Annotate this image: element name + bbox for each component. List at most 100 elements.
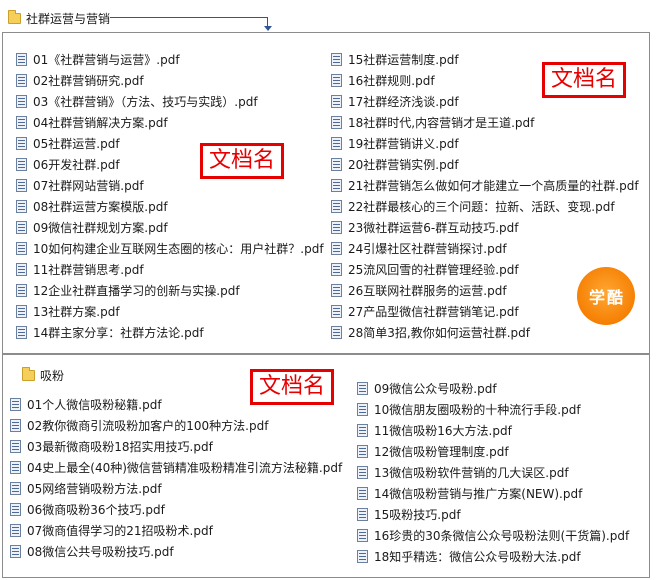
file-item[interactable]: 03《社群营销》（方法、技巧与实践）.pdf: [16, 91, 324, 112]
pdf-file-icon: [357, 487, 368, 500]
pdf-file-icon: [10, 524, 21, 537]
pdf-file-icon: [357, 445, 368, 458]
file-name: 09微信社群规划方案.pdf: [33, 221, 168, 235]
file-item[interactable]: 05网络营销吸粉方法.pdf: [10, 478, 342, 499]
file-item[interactable]: 16珍贵的30条微信公众号吸粉法则(干货篇).pdf: [357, 525, 629, 546]
file-name: 21社群营销怎么做如何才能建立一个高质量的社群.pdf: [348, 179, 639, 193]
file-item[interactable]: 13微信吸粉软件营销的几大误区.pdf: [357, 462, 629, 483]
pdf-file-icon: [331, 242, 342, 255]
pdf-file-icon: [357, 529, 368, 542]
file-item[interactable]: 10微信朋友圈吸粉的十种流行手段.pdf: [357, 399, 629, 420]
file-item[interactable]: 02教你微商引流吸粉加客户的100种方法.pdf: [10, 415, 342, 436]
pdf-file-icon: [331, 263, 342, 276]
pdf-file-icon: [16, 284, 27, 297]
file-name: 04史上最全(40种)微信营销精准吸粉精准引流方法秘籍.pdf: [27, 461, 343, 475]
file-item[interactable]: 18社群时代,内容营销才是王道.pdf: [331, 112, 639, 133]
file-name: 02教你微商引流吸粉加客户的100种方法.pdf: [27, 419, 269, 433]
file-item[interactable]: 11社群营销思考.pdf: [16, 259, 324, 280]
pdf-file-icon: [16, 116, 27, 129]
file-name: 14微信吸粉营销与推广方案(NEW).pdf: [374, 487, 583, 501]
file-name: 19社群营销讲义.pdf: [348, 137, 459, 151]
file-item[interactable]: 04史上最全(40种)微信营销精准吸粉精准引流方法秘籍.pdf: [10, 457, 342, 478]
folder-icon: [8, 10, 21, 24]
file-name: 20社群营销实例.pdf: [348, 158, 459, 172]
pdf-file-icon: [331, 116, 342, 129]
connector-line: [110, 17, 268, 18]
file-list-left: 01《社群营销与运营》.pdf 02社群营销研究.pdf 03《社群营销》（方法、技…: [16, 49, 324, 343]
pdf-file-icon: [331, 137, 342, 150]
watermark-stamp: 文档名: [250, 369, 335, 405]
file-name: 26互联网社群服务的运营.pdf: [348, 284, 507, 298]
file-item[interactable]: 03最新微商吸粉18招实用技巧.pdf: [10, 436, 342, 457]
file-name: 04社群营销解决方案.pdf: [33, 116, 168, 130]
file-item[interactable]: 09微信社群规划方案.pdf: [16, 217, 324, 238]
pdf-file-icon: [10, 440, 21, 453]
file-name: 23微社群运营6-群互动技巧.pdf: [348, 221, 519, 235]
file-list-right: 09微信公众号吸粉.pdf 10微信朋友圈吸粉的十种流行手段.pdf 11微信吸粉1…: [357, 378, 629, 567]
file-name: 27产品型微信社群营销笔记.pdf: [348, 305, 519, 319]
file-name: 12微信吸粉管理制度.pdf: [374, 445, 509, 459]
file-item[interactable]: 11微信吸粉16大方法.pdf: [357, 420, 629, 441]
logo-char: 酷: [607, 288, 624, 307]
file-item[interactable]: 02社群营销研究.pdf: [16, 70, 324, 91]
file-name: 02社群营销研究.pdf: [33, 74, 144, 88]
pdf-file-icon: [16, 263, 27, 276]
file-name: 22社群最核心的三个问题：拉新、活跃、变现.pdf: [348, 200, 615, 214]
file-name: 16珍贵的30条微信公众号吸粉法则(干货篇).pdf: [374, 529, 630, 543]
file-name: 12企业社群直播学习的创新与实操.pdf: [33, 284, 240, 298]
file-item[interactable]: 14微信吸粉营销与推广方案(NEW).pdf: [357, 483, 629, 504]
file-item[interactable]: 19社群营销讲义.pdf: [331, 133, 639, 154]
file-name: 11微信吸粉16大方法.pdf: [374, 424, 512, 438]
file-list-left: 01个人微信吸粉秘籍.pdf 02教你微商引流吸粉加客户的100种方法.pdf 03…: [10, 394, 342, 562]
file-item[interactable]: 20社群营销实例.pdf: [331, 154, 639, 175]
file-name: 01个人微信吸粉秘籍.pdf: [27, 398, 162, 412]
pdf-file-icon: [16, 74, 27, 87]
file-item[interactable]: 07微商值得学习的21招吸粉术.pdf: [10, 520, 342, 541]
file-item[interactable]: 18知乎精选：微信公众号吸粉大法.pdf: [357, 546, 629, 567]
file-name: 10如何构建企业互联网生态圈的核心：用户社群？.pdf: [33, 242, 324, 256]
pdf-file-icon: [16, 242, 27, 255]
file-item[interactable]: 10如何构建企业互联网生态圈的核心：用户社群？.pdf: [16, 238, 324, 259]
pdf-file-icon: [331, 74, 342, 87]
file-item[interactable]: 13社群方案.pdf: [16, 301, 324, 322]
file-item[interactable]: 15吸粉技巧.pdf: [357, 504, 629, 525]
file-name: 28简单3招,教你如何运营社群.pdf: [348, 326, 530, 340]
top-folder[interactable]: 社群运营与营销: [8, 10, 110, 27]
file-item[interactable]: 28简单3招,教你如何运营社群.pdf: [331, 322, 639, 343]
file-item[interactable]: 06微商吸粉36个技巧.pdf: [10, 499, 342, 520]
file-item[interactable]: 01《社群营销与运营》.pdf: [16, 49, 324, 70]
pdf-file-icon: [16, 179, 27, 192]
pdf-file-icon: [16, 95, 27, 108]
pdf-file-icon: [10, 482, 21, 495]
file-name: 05社群运营.pdf: [33, 137, 120, 151]
file-name: 11社群营销思考.pdf: [33, 263, 144, 277]
pdf-file-icon: [16, 221, 27, 234]
file-name: 14群主家分享：社群方法论.pdf: [33, 326, 204, 340]
file-name: 16社群规则.pdf: [348, 74, 435, 88]
pdf-file-icon: [16, 53, 27, 66]
file-item[interactable]: 24引爆社区社群营销探讨.pdf: [331, 238, 639, 259]
connector-arrow-icon: [264, 26, 272, 31]
file-item[interactable]: 08社群运营方案模版.pdf: [16, 196, 324, 217]
file-item[interactable]: 22社群最核心的三个问题：拉新、活跃、变现.pdf: [331, 196, 639, 217]
file-name: 18知乎精选：微信公众号吸粉大法.pdf: [374, 550, 581, 564]
file-item[interactable]: 08微信公共号吸粉技巧.pdf: [10, 541, 342, 562]
file-item[interactable]: 12微信吸粉管理制度.pdf: [357, 441, 629, 462]
pdf-file-icon: [331, 221, 342, 234]
file-item[interactable]: 09微信公众号吸粉.pdf: [357, 378, 629, 399]
file-item[interactable]: 12企业社群直播学习的创新与实操.pdf: [16, 280, 324, 301]
file-name: 03《社群营销》（方法、技巧与实践）.pdf: [33, 95, 258, 109]
file-item[interactable]: 14群主家分享：社群方法论.pdf: [16, 322, 324, 343]
file-name: 09微信公众号吸粉.pdf: [374, 382, 497, 396]
file-name: 18社群时代,内容营销才是王道.pdf: [348, 116, 535, 130]
pdf-file-icon: [357, 466, 368, 479]
file-name: 17社群经济浅谈.pdf: [348, 95, 459, 109]
subfolder-xifen[interactable]: 吸粉: [22, 367, 64, 384]
logo-char: 学: [588, 288, 605, 307]
pdf-file-icon: [16, 326, 27, 339]
file-item[interactable]: 23微社群运营6-群互动技巧.pdf: [331, 217, 639, 238]
file-item[interactable]: 21社群营销怎么做如何才能建立一个高质量的社群.pdf: [331, 175, 639, 196]
file-name: 03最新微商吸粉18招实用技巧.pdf: [27, 440, 213, 454]
pdf-file-icon: [331, 305, 342, 318]
file-item[interactable]: 04社群营销解决方案.pdf: [16, 112, 324, 133]
